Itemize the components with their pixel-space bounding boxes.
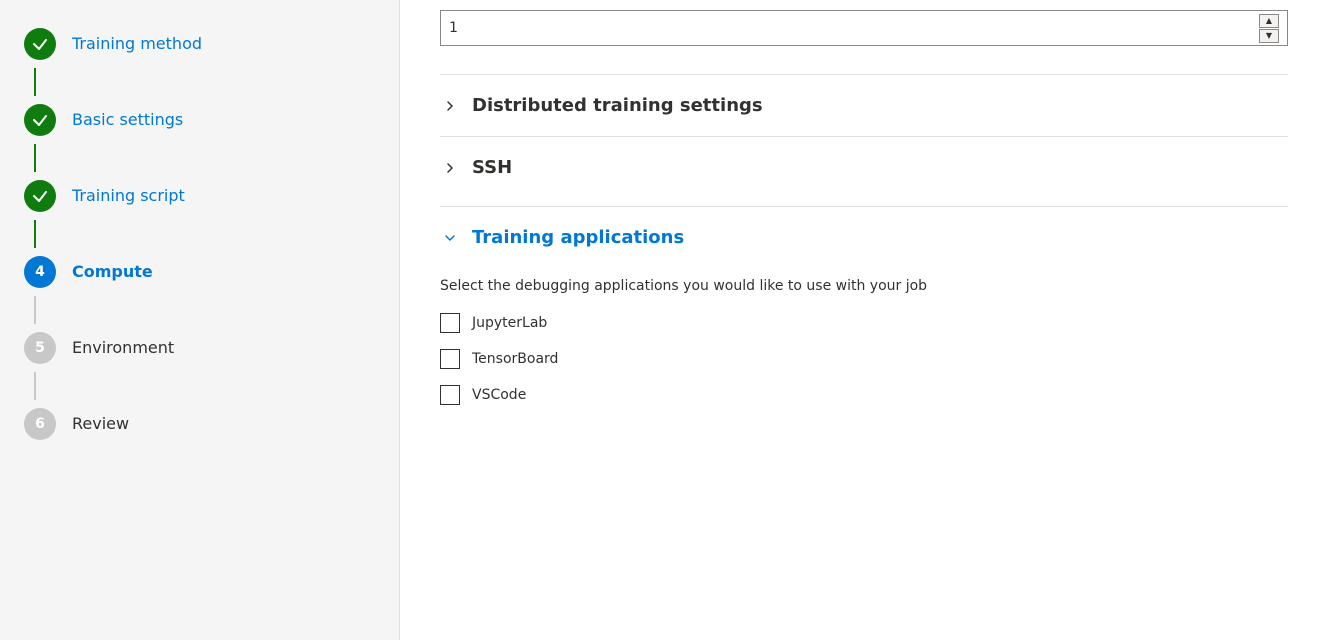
step-label-training-script: Training script <box>72 180 185 212</box>
step-label-review: Review <box>72 408 129 440</box>
vscode-item: VSCode <box>440 385 1288 405</box>
jupyterlab-item: JupyterLab <box>440 313 1288 333</box>
tensorboard-checkbox[interactable] <box>440 349 460 369</box>
ssh-title: SSH <box>472 157 512 178</box>
main-content: 1 ▲ ▼ Distributed training settings SSH <box>400 0 1328 640</box>
vscode-checkbox[interactable] <box>440 385 460 405</box>
step-item-compute[interactable]: 4 Compute <box>0 248 399 296</box>
spinner-buttons: ▲ ▼ <box>1259 14 1279 43</box>
spinner-down-button[interactable]: ▼ <box>1259 29 1279 43</box>
number-input[interactable]: 1 ▲ ▼ <box>440 10 1288 46</box>
tensorboard-label: TensorBoard <box>472 351 558 367</box>
divider-1 <box>440 74 1288 75</box>
jupyterlab-label: JupyterLab <box>472 315 547 331</box>
step-connector-environment <box>34 372 36 400</box>
tensorboard-item: TensorBoard <box>440 349 1288 369</box>
number-input-value: 1 <box>449 20 458 36</box>
step-item-basic-settings[interactable]: Basic settings <box>0 96 399 144</box>
step-number-review: 6 <box>35 416 45 432</box>
step-item-training-script[interactable]: Training script <box>0 172 399 220</box>
step-connector-training-method <box>34 68 36 96</box>
step-number-environment: 5 <box>35 340 45 356</box>
chevron-right-icon-ssh <box>440 158 460 178</box>
distributed-training-settings-header[interactable]: Distributed training settings <box>440 79 1288 132</box>
sidebar-step-training-method[interactable]: Training method <box>0 20 399 96</box>
step-item-training-method[interactable]: Training method <box>0 20 399 68</box>
training-applications-description: Select the debugging applications you wo… <box>440 276 1260 297</box>
step-connector-training-script <box>34 220 36 248</box>
step-icon-training-method <box>24 28 56 60</box>
step-icon-review: 6 <box>24 408 56 440</box>
sidebar-step-environment[interactable]: 5 Environment <box>0 324 399 400</box>
step-connector-basic-settings <box>34 144 36 172</box>
distributed-training-settings-title: Distributed training settings <box>472 95 763 116</box>
chevron-right-icon-distributed <box>440 96 460 116</box>
step-item-review[interactable]: 6 Review <box>0 400 399 448</box>
sidebar-step-training-script[interactable]: Training script <box>0 172 399 248</box>
vscode-label: VSCode <box>472 387 526 403</box>
step-item-environment[interactable]: 5 Environment <box>0 324 399 372</box>
training-applications-title: Training applications <box>472 227 684 248</box>
step-icon-training-script <box>24 180 56 212</box>
step-icon-environment: 5 <box>24 332 56 364</box>
step-label-basic-settings: Basic settings <box>72 104 183 136</box>
step-connector-compute <box>34 296 36 324</box>
step-icon-basic-settings <box>24 104 56 136</box>
sidebar-step-compute[interactable]: 4 Compute <box>0 248 399 324</box>
sidebar: Training method Basic settings Training sc… <box>0 0 400 640</box>
step-icon-compute: 4 <box>24 256 56 288</box>
step-label-compute: Compute <box>72 256 153 288</box>
step-number-compute: 4 <box>35 264 45 280</box>
step-label-environment: Environment <box>72 332 174 364</box>
chevron-down-icon-training <box>440 228 460 248</box>
step-label-training-method: Training method <box>72 28 202 60</box>
sidebar-step-review[interactable]: 6 Review <box>0 400 399 448</box>
jupyterlab-checkbox[interactable] <box>440 313 460 333</box>
divider-2 <box>440 136 1288 137</box>
ssh-header[interactable]: SSH <box>440 141 1288 194</box>
spinner-up-button[interactable]: ▲ <box>1259 14 1279 28</box>
sidebar-step-basic-settings[interactable]: Basic settings <box>0 96 399 172</box>
training-applications-header[interactable]: Training applications <box>440 211 1288 264</box>
divider-3 <box>440 206 1288 207</box>
